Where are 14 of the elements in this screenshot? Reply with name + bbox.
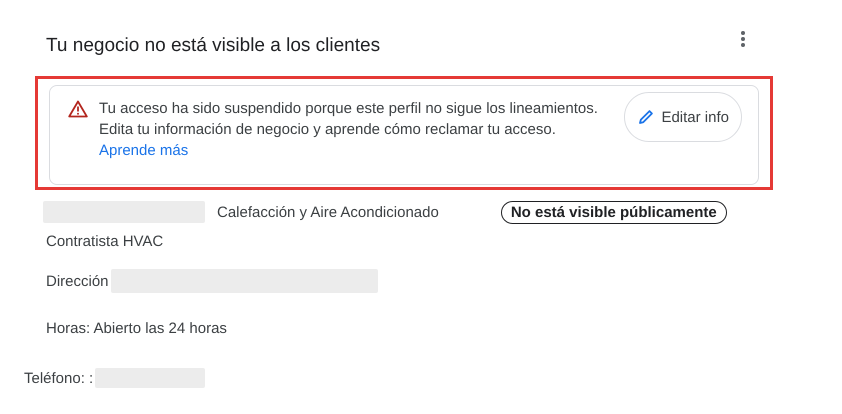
- phone-label: Teléfono: :: [24, 370, 94, 386]
- learn-more-link[interactable]: Aprende más: [99, 140, 188, 161]
- warning-icon: [68, 100, 88, 118]
- alert-message: Tu acceso ha sido suspendido porque este perfil no sigue los lineamientos.: [99, 99, 599, 119]
- hours-text: Horas: Abierto las 24 horas: [46, 320, 227, 337]
- card-title: Tu negocio no está visible a los clientes: [46, 34, 380, 58]
- pencil-icon: [637, 108, 656, 126]
- edit-info-button[interactable]: Editar info: [624, 92, 742, 142]
- more-menu-icon[interactable]: [740, 30, 746, 48]
- category-text: Calefacción y Aire Acondicionado: [217, 204, 439, 220]
- alert-message: Edita tu información de negocio y aprende cómo reclamar tu acceso.: [99, 120, 557, 140]
- business-type-text: Contratista HVAC: [46, 233, 164, 250]
- status-badge: No está visible públicamente: [500, 200, 727, 224]
- address-label: Dirección: [46, 272, 109, 290]
